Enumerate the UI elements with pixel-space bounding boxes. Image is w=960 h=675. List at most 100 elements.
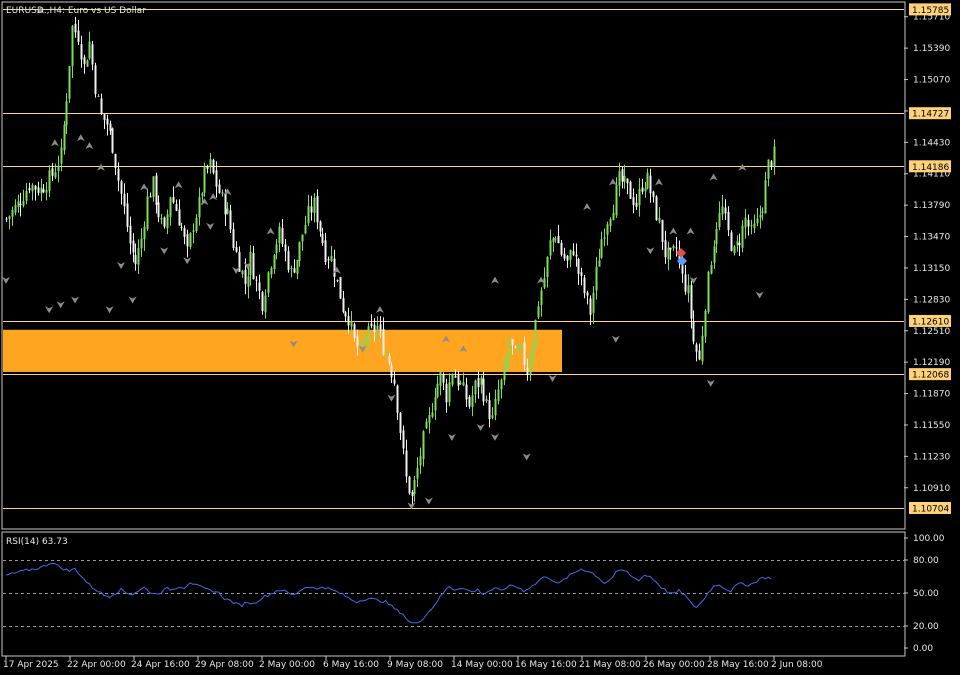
candle-body	[517, 348, 520, 351]
price-tick-label: 1.10910	[913, 484, 950, 494]
candle-body	[454, 375, 457, 378]
candle-body	[333, 258, 336, 277]
candle-body	[436, 383, 439, 398]
candle-body	[37, 187, 40, 193]
candle-body	[508, 341, 511, 358]
candle-body	[500, 379, 503, 390]
candle-body	[57, 165, 60, 171]
candle-body	[598, 260, 601, 267]
candle-body	[114, 153, 117, 169]
candle-body	[275, 244, 278, 254]
candle-body	[773, 146, 776, 166]
candle-body	[304, 225, 307, 234]
candle-body	[267, 272, 270, 293]
candle-body	[54, 172, 57, 178]
candle-body	[572, 251, 575, 255]
candle-body	[741, 225, 744, 248]
candle-body	[163, 217, 166, 227]
candle-body	[474, 380, 477, 395]
candle-body	[221, 192, 224, 194]
candle-body	[629, 181, 632, 199]
candle-body	[549, 240, 552, 256]
candle-body	[42, 189, 45, 193]
candle-body	[534, 319, 537, 349]
candle-body	[241, 270, 244, 275]
candle-body	[123, 193, 126, 207]
candle-body	[569, 249, 572, 260]
price-tick-label: 1.12190	[913, 358, 950, 368]
candle-body	[157, 202, 160, 218]
candle-body	[22, 201, 25, 206]
candle-body	[618, 171, 621, 186]
candle-body	[457, 375, 460, 386]
price-tick-label: 1.13470	[913, 233, 950, 243]
candle-body	[106, 118, 109, 125]
candle-body	[563, 253, 566, 259]
candle-body	[537, 306, 540, 318]
candle-body	[48, 170, 51, 192]
candle-body	[491, 415, 494, 418]
candle-body	[120, 181, 123, 194]
candle-body	[672, 246, 675, 249]
candle-body	[652, 191, 655, 197]
candle-body	[557, 236, 560, 244]
candle-body	[201, 193, 204, 197]
candle-body	[169, 197, 172, 218]
candle-body	[531, 346, 534, 363]
candle-body	[347, 316, 350, 326]
candle-body	[91, 44, 94, 65]
candle-body	[293, 268, 296, 273]
candle-body	[155, 175, 158, 205]
candle-body	[399, 412, 402, 433]
candle-body	[684, 274, 687, 292]
candle-body	[14, 205, 17, 213]
candle-body	[540, 290, 543, 306]
rsi-tick-label: 0.00	[913, 644, 933, 654]
candle-body	[747, 219, 750, 227]
candle-body	[715, 229, 718, 244]
time-tick-label: 29 Apr 08:00	[195, 660, 254, 670]
candle-body	[83, 57, 86, 64]
candle-body	[353, 324, 356, 338]
candle-body	[402, 430, 405, 449]
candle-body	[88, 41, 91, 59]
price-tick-label: 1.15070	[913, 76, 950, 86]
candle-body	[321, 233, 324, 244]
price-tick-label: 1.11550	[913, 421, 950, 431]
candle-body	[359, 343, 362, 345]
candle-body	[736, 241, 739, 246]
candle-body	[738, 243, 741, 246]
candle-body	[367, 326, 370, 342]
chart-title: EURUSD.,H4: Euro vs US Dollar	[6, 6, 146, 16]
level-badge-label: 1.15785	[912, 6, 949, 16]
support-zone-layer	[3, 329, 562, 372]
candle-body	[468, 396, 471, 407]
candle-body	[60, 147, 63, 164]
candle-body	[442, 374, 445, 383]
candle-body	[592, 292, 595, 313]
candle-body	[753, 223, 756, 229]
candle-body	[649, 175, 652, 194]
candle-body	[344, 312, 347, 317]
candle-body	[65, 101, 68, 126]
candle-body	[203, 166, 206, 193]
candle-body	[209, 159, 212, 168]
candle-body	[764, 180, 767, 214]
candle-body	[695, 344, 698, 352]
candle-body	[422, 431, 425, 460]
candle-body	[252, 253, 255, 279]
candle-body	[261, 292, 264, 311]
candle-body	[388, 355, 391, 364]
candle-body	[186, 234, 189, 247]
candle-body	[212, 159, 215, 173]
candle-body	[370, 323, 373, 326]
candle-body	[270, 267, 273, 275]
candle-body	[692, 320, 695, 342]
trading-chart[interactable]: 1.157101.153901.150701.147501.144301.141…	[0, 0, 960, 675]
candle-body	[382, 329, 385, 355]
candle-body	[94, 65, 97, 95]
candle-body	[756, 218, 759, 224]
candle-body	[428, 415, 431, 423]
candle-body	[195, 217, 198, 232]
candle-body	[655, 196, 658, 221]
